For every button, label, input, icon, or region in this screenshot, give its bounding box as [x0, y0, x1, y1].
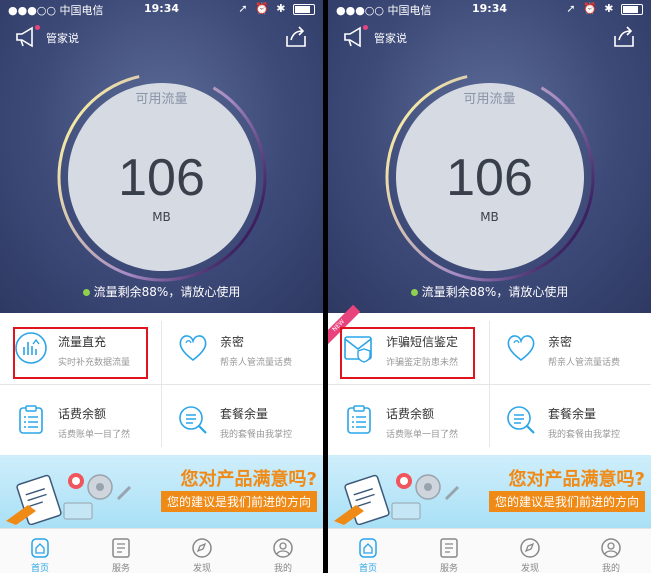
menu-item-title: 话费余额 [58, 407, 107, 421]
battery-icon [293, 3, 315, 15]
feedback-illustration [334, 473, 460, 525]
tab-bar: 首页 服务 发现 我的 [328, 528, 651, 573]
feedback-illustration [6, 473, 132, 525]
tab-label: 我的 [273, 564, 292, 573]
profile-icon [601, 538, 621, 558]
tab-label: 首页 [30, 564, 49, 573]
menu-item-balance[interactable]: 话费余额 话费账单一目了然 [0, 385, 161, 456]
menu-item-title: 亲密 [548, 335, 573, 349]
butler-says-link[interactable]: 管家说 [374, 30, 407, 46]
service-menu: 流量直充 实时补充数据流量 亲密 帮亲人管流量话费 话费余额 话费账单一目了然 … [0, 313, 323, 455]
menu-item-subtitle: 话费账单一目了然 [386, 430, 459, 440]
tab-label: 服务 [111, 564, 130, 573]
plan-search-icon [507, 406, 535, 434]
available-traffic-label: 可用流量 [463, 92, 516, 107]
traffic-hero: ●●●○○ 中国电信 19:34 ➚ ⏰ ✱ 管家说 可用流量 106 MB 流… [328, 0, 651, 313]
share-icon[interactable] [283, 24, 309, 50]
tab-home[interactable]: 首页 [328, 529, 408, 573]
status-dot [82, 289, 90, 296]
tab-home[interactable]: 首页 [0, 529, 80, 573]
status-dot [410, 289, 418, 296]
tab-bar: 首页 服务 发现 我的 [0, 528, 323, 573]
tab-label: 我的 [601, 564, 620, 573]
bill-list-icon [19, 405, 43, 434]
tab-service[interactable]: 服务 [81, 529, 161, 573]
menu-item-family[interactable]: 亲密 帮亲人管流量话费 [162, 313, 323, 384]
tab-service[interactable]: 服务 [409, 529, 489, 573]
banner-subtitle: 您的建议是我们前进的方向 [488, 491, 645, 512]
phone-screen-right: ●●●○○ 中国电信 19:34 ➚ ⏰ ✱ 管家说 可用流量 106 MB 流… [328, 0, 651, 573]
menu-item-plan-remaining[interactable]: 套餐余量 我的套餐由我掌控 [490, 385, 651, 456]
discover-icon [192, 538, 212, 558]
plan-search-icon [179, 406, 207, 434]
menu-item-title: 话费余额 [386, 407, 435, 421]
status-bar: ●●●○○ 中国电信 19:34 ➚ ⏰ ✱ [0, 0, 323, 18]
home-icon [31, 538, 49, 558]
feedback-banner[interactable]: 您对产品满意吗? 您的建议是我们前进的方向 [0, 455, 323, 528]
menu-item-subtitle: 话费账单一目了然 [58, 430, 131, 440]
tab-label: 发现 [192, 564, 211, 573]
tab-label: 发现 [520, 564, 539, 573]
available-traffic-label: 可用流量 [135, 92, 188, 107]
banner-title: 您对产品满意吗? [508, 469, 645, 490]
menu-item-title: 套餐余量 [548, 407, 597, 421]
profile-icon [273, 538, 293, 558]
tab-label: 服务 [439, 564, 458, 573]
status-icons: ➚ ⏰ ✱ [566, 2, 643, 15]
tab-discover[interactable]: 发现 [490, 529, 570, 573]
remain-label: 流量剩余88%，请放心使用 [421, 285, 569, 299]
menu-item-family[interactable]: 亲密 帮亲人管流量话费 [490, 313, 651, 384]
tab-discover[interactable]: 发现 [162, 529, 242, 573]
heart-icon [179, 335, 207, 362]
traffic-hero: ●●●○○ 中国电信 19:34 ➚ ⏰ ✱ 管家说 可用流量 106 MB 流… [0, 0, 323, 313]
banner-title: 您对产品满意吗? [180, 469, 317, 490]
service-menu: NEW 诈骗短信鉴定 诈骗鉴定防患未然 亲密 帮亲人管流量话费 话费余额 话费账… [328, 304, 651, 456]
share-icon[interactable] [611, 24, 637, 50]
battery-icon [621, 3, 643, 15]
menu-item-plan-remaining[interactable]: 套餐余量 我的套餐由我掌控 [162, 385, 323, 456]
heart-icon [507, 335, 535, 362]
notification-dot [363, 25, 368, 30]
menu-item-title: 亲密 [220, 335, 245, 349]
notification-dot [35, 25, 40, 30]
bill-list-icon [347, 405, 371, 434]
menu-item-subtitle: 我的套餐由我掌控 [220, 430, 293, 440]
menu-item-subtitle: 帮亲人管流量话费 [548, 358, 621, 368]
top-bar: 管家说 [328, 22, 651, 54]
status-bar: ●●●○○ 中国电信 19:34 ➚ ⏰ ✱ [328, 0, 651, 18]
traffic-unit: MB [152, 210, 171, 224]
banner-subtitle: 您的建议是我们前进的方向 [160, 491, 317, 512]
traffic-unit: MB [480, 210, 499, 224]
traffic-value: 106 [118, 149, 205, 207]
traffic-value: 106 [446, 149, 533, 207]
highlight-box [13, 327, 148, 379]
tab-mine[interactable]: 我的 [243, 529, 323, 573]
tab-mine[interactable]: 我的 [571, 529, 651, 573]
butler-says-link[interactable]: 管家说 [46, 30, 79, 46]
traffic-remain-text: 流量剩余88%，请放心使用 [328, 283, 651, 300]
menu-item-subtitle: 我的套餐由我掌控 [548, 430, 621, 440]
tab-label: 首页 [358, 564, 377, 573]
service-icon [112, 538, 130, 558]
feedback-banner[interactable]: 您对产品满意吗? 您的建议是我们前进的方向 [328, 455, 651, 528]
status-icons: ➚ ⏰ ✱ [238, 2, 315, 15]
home-icon [359, 538, 377, 558]
menu-item-title: 套餐余量 [220, 407, 269, 421]
highlight-box [340, 327, 475, 379]
menu-item-subtitle: 帮亲人管流量话费 [220, 358, 293, 368]
remain-label: 流量剩余88%，请放心使用 [93, 285, 241, 299]
top-bar: 管家说 [0, 22, 323, 54]
traffic-remain-text: 流量剩余88%，请放心使用 [0, 283, 323, 300]
discover-icon [520, 538, 540, 558]
phone-screen-left: ●●●○○ 中国电信 19:34 ➚ ⏰ ✱ 管家说 可用流量 106 MB 流… [0, 0, 323, 573]
menu-item-balance[interactable]: 话费余额 话费账单一目了然 [328, 385, 489, 456]
comparison-screens: ●●●○○ 中国电信 19:34 ➚ ⏰ ✱ 管家说 可用流量 106 MB 流… [0, 0, 651, 573]
service-icon [440, 538, 458, 558]
